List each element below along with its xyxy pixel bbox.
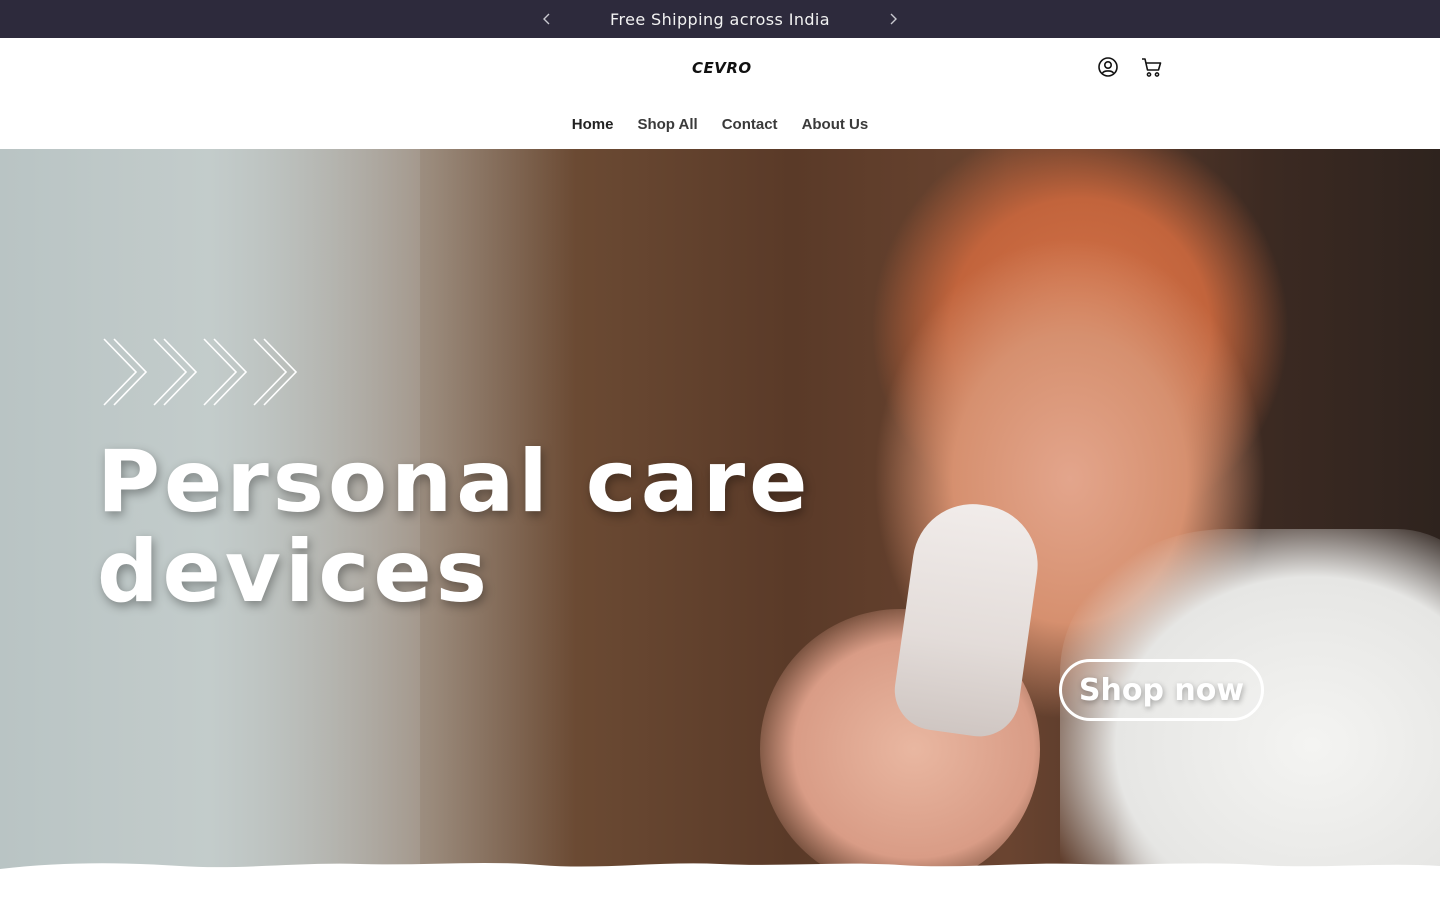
hero-title-line1: Personal care xyxy=(97,432,812,532)
announcement-bar: Free Shipping across India xyxy=(0,0,1440,38)
nav-item-shop-all[interactable]: Shop All xyxy=(637,114,697,135)
chevrons-right-icon xyxy=(103,338,298,406)
chevron-right-icon[interactable] xyxy=(883,9,903,29)
chevron-left-icon[interactable] xyxy=(537,9,557,29)
nav-item-about-us[interactable]: About Us xyxy=(802,114,869,135)
nav-item-home[interactable]: Home xyxy=(572,114,614,135)
site-header: CEVRO Home Shop All Contact About Us xyxy=(0,38,1440,149)
account-icon[interactable] xyxy=(1096,55,1120,79)
hero-title-line2: devices xyxy=(97,522,491,622)
hero-title: Personal care devices xyxy=(97,437,857,617)
wave-divider xyxy=(0,862,1440,900)
nav-item-contact[interactable]: Contact xyxy=(722,114,778,135)
main-nav: Home Shop All Contact About Us xyxy=(0,114,1440,135)
announcement-text: Free Shipping across India xyxy=(610,9,830,29)
hero-banner: Personal care devices Shop now xyxy=(0,149,1440,869)
shop-now-button[interactable]: Shop now xyxy=(1059,659,1264,721)
logo[interactable]: CEVRO xyxy=(692,59,752,77)
cart-icon[interactable] xyxy=(1140,55,1164,79)
